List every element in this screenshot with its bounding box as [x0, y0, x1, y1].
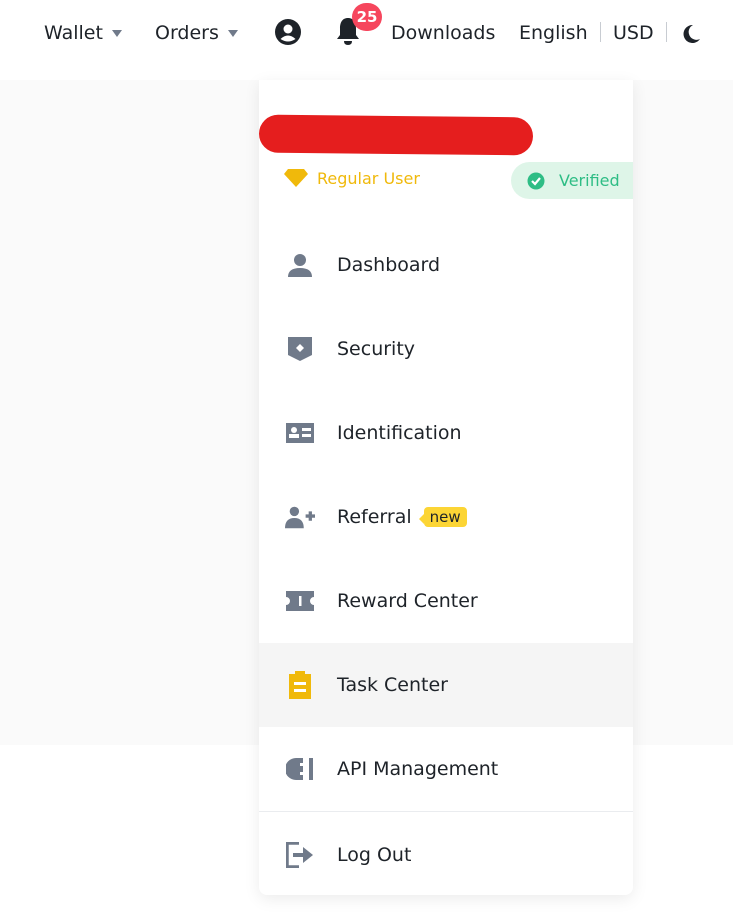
wallet-label: Wallet — [44, 22, 103, 44]
verified-label: Verified — [559, 171, 620, 190]
redacted-username — [259, 114, 534, 156]
diamond-icon — [284, 169, 308, 187]
top-nav: Wallet Orders 25 Downloads English USD — [0, 0, 733, 80]
moon-icon[interactable] — [681, 21, 701, 47]
orders-menu[interactable]: Orders — [155, 20, 238, 46]
menu-item-label: Log Out — [337, 844, 412, 866]
menu-item-referral[interactable]: Referral new — [259, 475, 633, 559]
verified-badge: Verified — [511, 162, 633, 199]
menu-item-reward-center[interactable]: Reward Center — [259, 559, 633, 643]
plug-icon — [285, 754, 315, 784]
shield-icon — [285, 334, 315, 364]
caret-down-icon — [227, 29, 238, 37]
menu-item-security[interactable]: Security — [259, 307, 633, 391]
menu-item-api-management[interactable]: API Management — [259, 727, 633, 811]
menu-divider — [259, 811, 633, 812]
currency-selector[interactable]: USD — [613, 20, 654, 46]
menu-item-label: API Management — [337, 758, 499, 780]
notification-badge: 25 — [352, 3, 382, 31]
menu-item-label: Identification — [337, 422, 462, 444]
menu-item-label: Security — [337, 338, 416, 360]
divider — [600, 22, 601, 42]
user-icon — [285, 250, 315, 280]
clipboard-icon — [285, 670, 315, 700]
wallet-menu[interactable]: Wallet — [44, 20, 122, 46]
menu-item-log-out[interactable]: Log Out — [259, 813, 633, 895]
account-icon[interactable] — [274, 19, 302, 45]
menu-item-task-center[interactable]: Task Center — [259, 643, 633, 727]
menu-item-label: Dashboard — [337, 254, 441, 276]
language-selector[interactable]: English — [519, 20, 588, 46]
menu-item-label: Reward Center — [337, 590, 478, 612]
check-badge-icon — [527, 172, 545, 189]
downloads-link[interactable]: Downloads — [391, 20, 495, 46]
caret-down-icon — [111, 29, 122, 37]
ticket-icon — [285, 586, 315, 616]
divider — [666, 22, 667, 42]
account-dropdown: Regular User Verified Dashboard Security… — [259, 80, 633, 895]
orders-label: Orders — [155, 22, 219, 44]
menu-item-label: Referral — [337, 506, 412, 528]
user-type: Regular User — [283, 168, 420, 188]
log-out-icon — [285, 840, 315, 870]
id-card-icon — [285, 418, 315, 448]
new-badge: new — [418, 507, 467, 527]
menu-item-identification[interactable]: Identification — [259, 391, 633, 475]
menu-item-dashboard[interactable]: Dashboard — [259, 223, 633, 307]
user-plus-icon — [285, 502, 315, 532]
user-type-label: Regular User — [317, 168, 420, 188]
menu-item-label: Task Center — [337, 674, 448, 696]
